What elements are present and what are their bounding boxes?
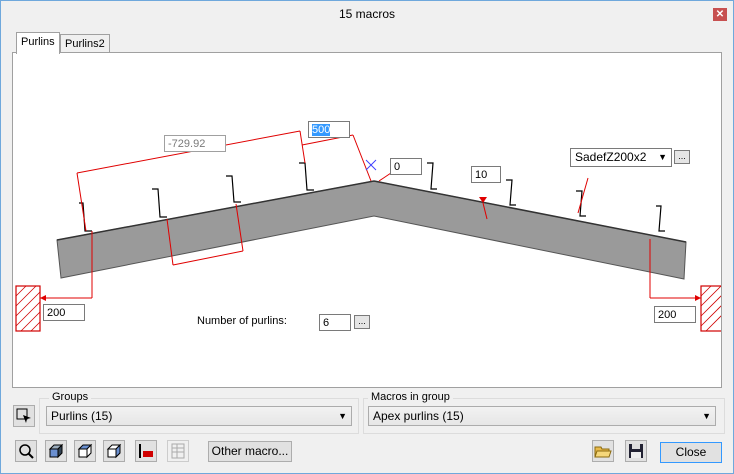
tab-purlins2[interactable]: Purlins2 (60, 34, 110, 53)
open-button[interactable] (592, 440, 614, 462)
floppy-disk-icon (629, 444, 643, 458)
chevron-down-icon: ▼ (658, 152, 667, 162)
title-bar: 15 macros ✕ (1, 1, 733, 29)
right-support-distance-field[interactable]: 200 (654, 306, 696, 323)
close-window-icon[interactable]: ✕ (713, 8, 727, 21)
pick-object-icon (16, 408, 31, 423)
folder-open-icon (594, 446, 612, 458)
tab-purlins[interactable]: Purlins (16, 32, 60, 54)
magnifier-icon (19, 444, 34, 459)
chevron-down-icon: ▼ (702, 411, 711, 421)
apex-offset-field[interactable]: 0 (390, 158, 422, 175)
cube-icon (48, 443, 64, 459)
window-title: 15 macros (338, 7, 396, 21)
other-macro-button[interactable]: Other macro... (208, 441, 292, 462)
table-icon (171, 443, 185, 459)
close-button[interactable]: Close (660, 442, 722, 463)
view-side-button[interactable] (103, 440, 125, 462)
view-front-button[interactable] (74, 440, 96, 462)
roof-beam (56, 180, 687, 280)
dialog-window: 15 macros ✕ Purlins Purlins2 -729.92 500… (0, 0, 734, 474)
chevron-down-icon: ▼ (338, 411, 347, 421)
profile-value: SadefZ200x2 (575, 150, 647, 164)
apex-marker (365, 159, 377, 171)
table-button[interactable] (167, 440, 189, 462)
number-of-purlins-browse-button[interactable]: ... (354, 315, 370, 329)
groups-selected-value: Purlins (15) (51, 409, 113, 423)
slope-offset-field[interactable]: 10 (471, 166, 501, 183)
purlin-tool-button[interactable] (135, 440, 157, 462)
cube-front-icon (77, 443, 93, 459)
macros-select[interactable]: Apex purlins (15) ▼ (368, 406, 716, 426)
zoom-button[interactable] (15, 440, 37, 462)
number-of-purlins-field[interactable]: 6 (319, 314, 351, 331)
groups-label: Groups (49, 391, 92, 403)
left-support-distance-field[interactable]: 200 (43, 304, 85, 321)
save-button[interactable] (625, 440, 647, 462)
cube-side-icon (106, 443, 122, 459)
macros-label: Macros in group (368, 391, 453, 403)
purlin-profile-icon (139, 444, 153, 458)
profile-select[interactable]: SadefZ200x2 ▼ (570, 148, 672, 167)
macros-selected-value: Apex purlins (15) (373, 409, 464, 423)
first-purlin-offset-field[interactable]: 500 (308, 121, 350, 138)
profile-browse-button[interactable]: ... (674, 150, 690, 164)
tab-panel: -729.92 500 0 10 200 200 SadefZ200x2 ▼ .… (12, 52, 722, 388)
first-purlin-offset-value: 500 (312, 124, 331, 136)
groups-select[interactable]: Purlins (15) ▼ (46, 406, 352, 426)
view-3d-button[interactable] (45, 440, 67, 462)
macro-drawing (15, 130, 721, 332)
number-of-purlins-label: Number of purlins: (197, 315, 287, 327)
select-object-button[interactable] (13, 405, 35, 427)
purlin-spacing-field[interactable]: -729.92 (164, 135, 226, 152)
